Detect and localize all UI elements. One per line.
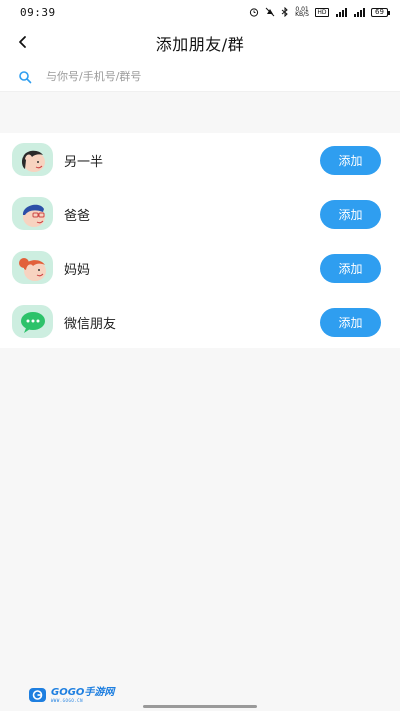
contact-name: 另一半 <box>64 154 104 170</box>
status-icons: 0.01 KB/S HD 69 <box>249 6 390 18</box>
status-bar: 09:39 0.01 KB/S HD 69 <box>0 0 400 24</box>
mute-icon <box>265 7 275 17</box>
alarm-icon <box>249 7 259 17</box>
contact-name: 爸爸 <box>64 208 91 224</box>
gogo-logo-icon <box>28 686 48 704</box>
search-icon <box>18 70 32 84</box>
list-item: 另一半 添加 <box>0 133 400 187</box>
list-item: 微信朋友 添加 <box>0 295 400 349</box>
signal-icon-2 <box>353 7 365 17</box>
contact-name: 微信朋友 <box>64 316 117 332</box>
add-button[interactable]: 添加 <box>320 199 381 229</box>
search-bar[interactable] <box>0 62 400 92</box>
woman-bun-avatar-icon <box>12 251 53 284</box>
add-button[interactable]: 添加 <box>320 253 381 283</box>
page-title: 添加朋友/群 <box>155 35 245 54</box>
man-glasses-avatar-icon <box>12 197 53 230</box>
wechat-icon <box>12 305 53 338</box>
watermark-text: GOGO手游网 WWW.GOGO.CN <box>51 686 115 703</box>
back-button[interactable] <box>10 30 36 56</box>
battery-icon: 69 <box>371 7 390 17</box>
signal-icon <box>335 7 347 17</box>
net-speed-unit: KB/S <box>295 11 309 18</box>
list-item: 妈妈 添加 <box>0 241 400 295</box>
hd-badge: HD <box>315 7 329 17</box>
list-item: 爸爸 添加 <box>0 187 400 241</box>
add-button[interactable]: 添加 <box>320 145 381 175</box>
status-time: 09:39 <box>20 5 56 19</box>
woman-face-avatar-icon <box>12 143 53 176</box>
bluetooth-icon <box>281 7 289 17</box>
home-indicator[interactable] <box>143 705 257 708</box>
contact-name: 妈妈 <box>64 262 91 278</box>
chevron-left-icon <box>16 34 30 53</box>
watermark-main: GOGO手游网 <box>51 686 115 698</box>
watermark: GOGO手游网 WWW.GOGO.CN <box>28 684 114 706</box>
search-input[interactable] <box>46 70 346 83</box>
watermark-sub: WWW.GOGO.CN <box>51 697 83 703</box>
net-speed: 0.01 KB/S <box>295 6 309 18</box>
add-button[interactable]: 添加 <box>320 307 381 337</box>
header: 添加朋友/群 <box>0 24 400 62</box>
contact-list: 另一半 添加 爸爸 添加 妈妈 添加 微信朋友 添加 <box>0 133 400 348</box>
